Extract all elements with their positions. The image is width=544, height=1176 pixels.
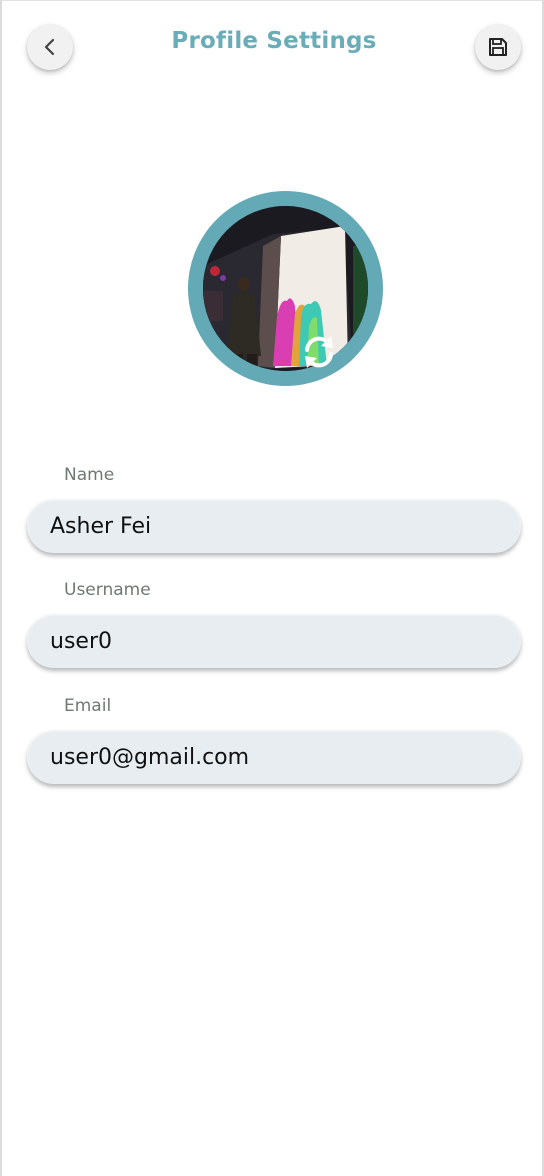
profile-settings-screen: Profile Settings Name Asher Fei Username… bbox=[0, 0, 544, 1176]
name-field[interactable] bbox=[27, 499, 521, 553]
save-button[interactable] bbox=[475, 24, 521, 70]
avatar[interactable] bbox=[203, 206, 368, 371]
email-label: Email bbox=[64, 696, 112, 716]
username-field[interactable] bbox=[27, 614, 521, 668]
floppy-disk-icon bbox=[489, 38, 507, 56]
email-field[interactable] bbox=[27, 730, 521, 784]
page-title: Profile Settings bbox=[171, 28, 377, 54]
username-label: Username bbox=[64, 580, 151, 600]
avatar-photo-image bbox=[203, 206, 368, 371]
name-label: Name bbox=[64, 465, 115, 485]
refresh-icon[interactable] bbox=[299, 332, 339, 372]
